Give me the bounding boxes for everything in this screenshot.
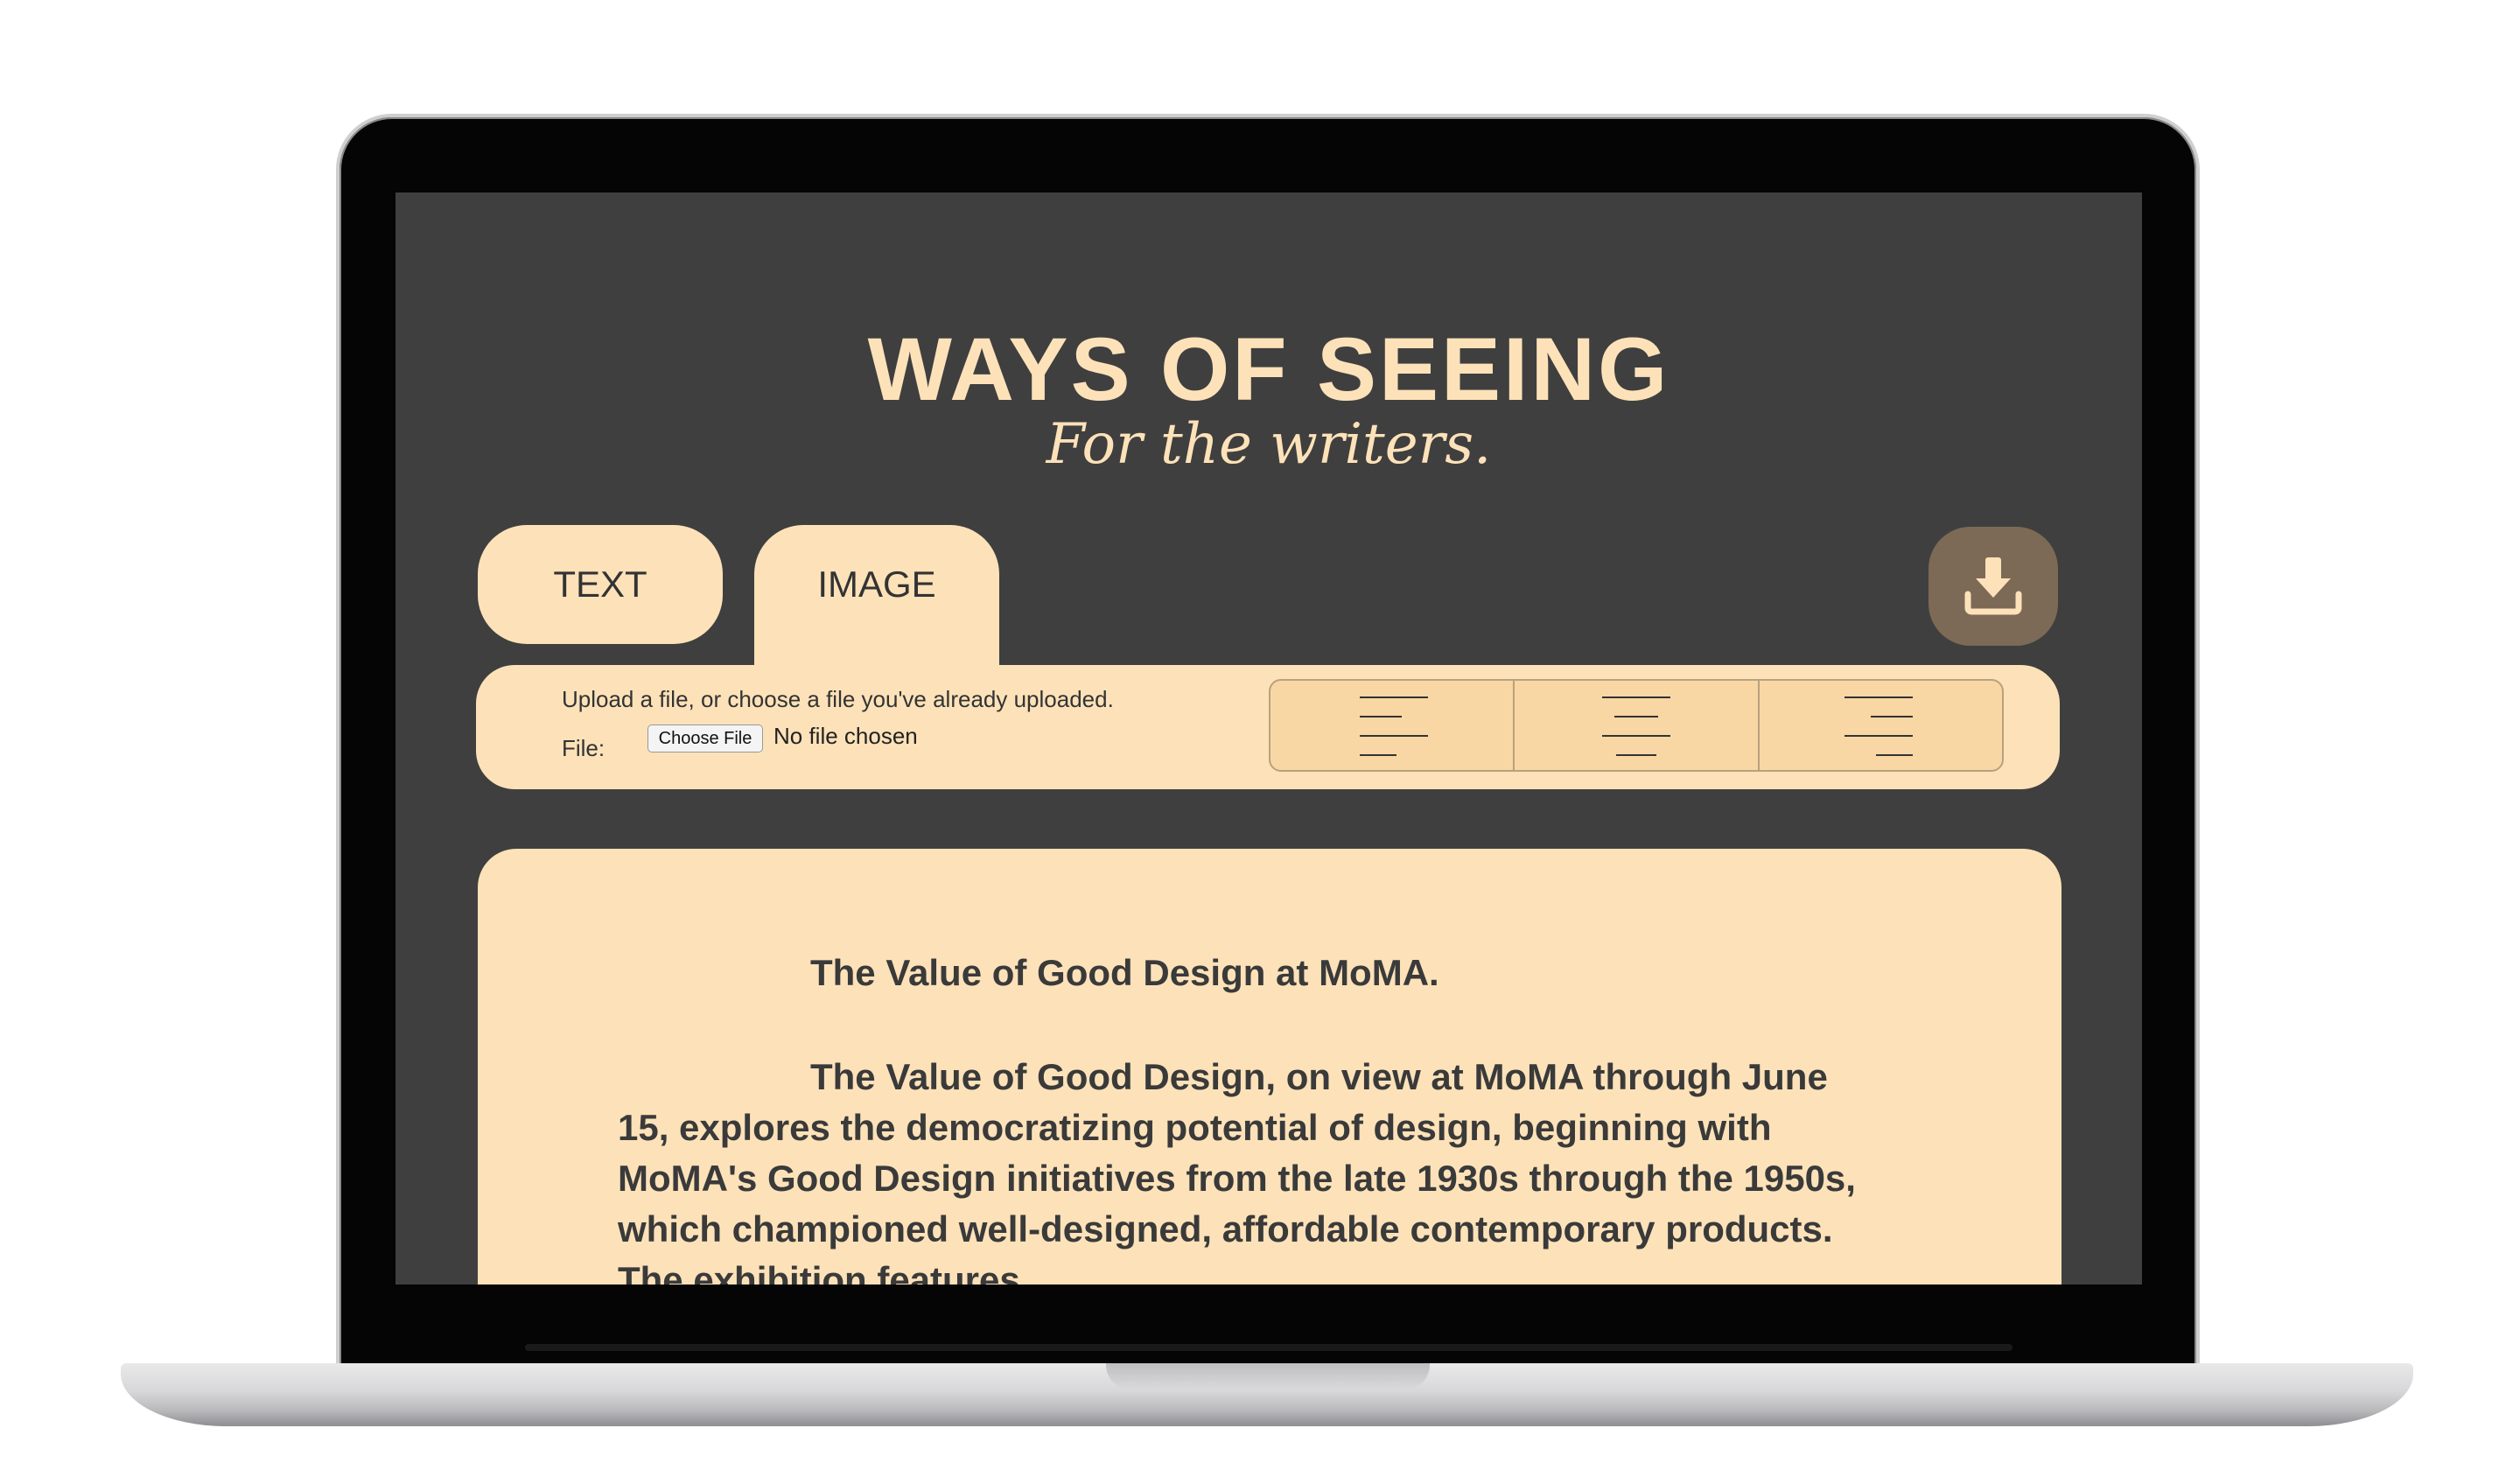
file-label: File: [562, 735, 606, 761]
document-title: The Value of Good Design at MoMA. [810, 952, 1439, 993]
align-left-button[interactable] [1270, 681, 1516, 770]
tab-image[interactable]: IMAGE [754, 525, 999, 682]
download-icon [1964, 557, 2022, 615]
alignment-button-group [1269, 679, 2004, 772]
image-toolbar: Upload a file, or choose a file you've a… [476, 665, 2060, 789]
app-title: WAYS OF SEEING [867, 319, 1670, 419]
document-body: The Value of Good Design, on view at MoM… [618, 1056, 1856, 1284]
align-left-icon [1359, 696, 1428, 756]
text-editor[interactable]: The Value of Good Design at MoMA. The Va… [478, 849, 2062, 1284]
align-right-button[interactable] [1760, 681, 2002, 770]
laptop-notch [1106, 1363, 1430, 1390]
align-right-icon [1844, 696, 1914, 756]
choose-file-button[interactable]: Choose File [648, 724, 763, 752]
align-center-icon [1601, 696, 1670, 756]
app-screen: WAYS OF SEEING For the writers. TEXT IMA… [396, 192, 2142, 1284]
upload-instructions: Upload a file, or choose a file you've a… [562, 686, 1114, 712]
align-center-button[interactable] [1515, 681, 1760, 770]
laptop-hinge [525, 1344, 2012, 1351]
download-button[interactable] [1928, 527, 2058, 646]
file-status: No file chosen [774, 723, 918, 749]
tab-text[interactable]: TEXT [478, 525, 723, 644]
app-subtitle: For the writers. [1046, 412, 1492, 477]
